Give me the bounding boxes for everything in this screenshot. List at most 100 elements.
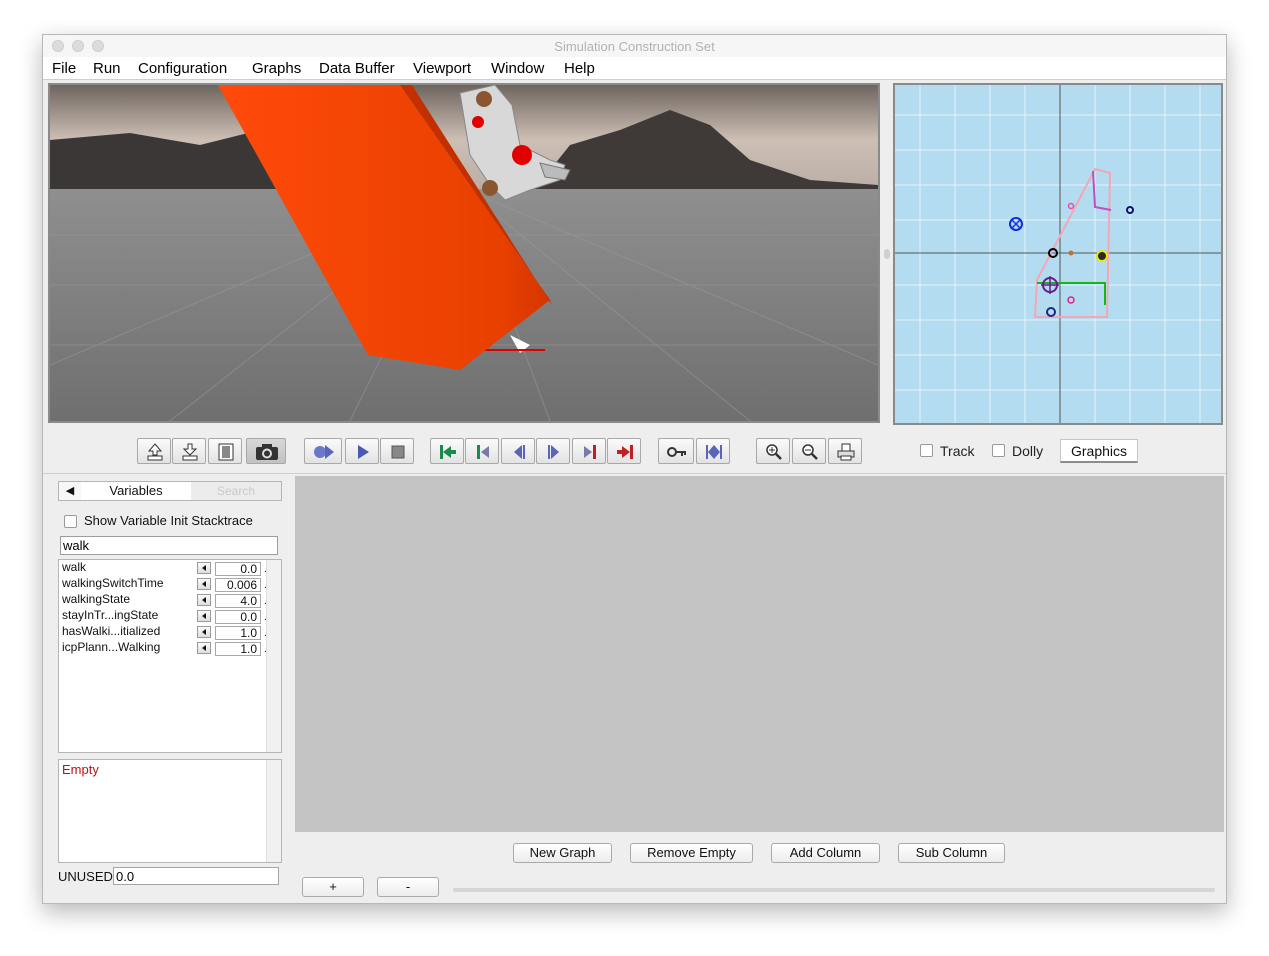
step-forward-button[interactable]	[536, 438, 570, 464]
goto-out-point-icon	[617, 445, 633, 459]
variable-row[interactable]: walk 0.0 .	[59, 560, 269, 576]
ankle-marker	[1046, 307, 1056, 317]
variable-name: walkingState	[62, 592, 131, 606]
unused-value-input[interactable]	[113, 867, 279, 885]
empty-label: Empty	[62, 762, 99, 777]
keypoint-button[interactable]	[658, 438, 694, 464]
3d-scene[interactable]	[50, 85, 878, 421]
decrement-arrow-icon[interactable]	[197, 610, 211, 622]
menu-file[interactable]: File	[52, 60, 76, 77]
remove-graph-row-button[interactable]: -	[377, 877, 439, 897]
variables-panel: ◀ Variables Search Show Variable Init St…	[56, 479, 284, 891]
variable-row[interactable]: hasWalki...itialized 1.0 .	[59, 624, 269, 640]
print-icon	[837, 443, 855, 461]
variable-value[interactable]: 1.0	[215, 642, 261, 656]
variable-name: icpPlann...Walking	[62, 640, 161, 654]
variable-name: stayInTr...ingState	[62, 608, 159, 622]
overhead-plotter[interactable]	[893, 83, 1223, 425]
menu-configuration[interactable]: Configuration	[138, 60, 227, 77]
sub-column-button[interactable]: Sub Column	[898, 843, 1005, 863]
camera-icon	[256, 444, 278, 460]
menu-help[interactable]: Help	[564, 60, 595, 77]
remove-empty-button[interactable]: Remove Empty	[630, 843, 753, 863]
stop-button[interactable]	[380, 438, 414, 464]
key-icon	[667, 447, 686, 457]
add-column-button[interactable]: Add Column	[771, 843, 880, 863]
entry-box-scrollbar[interactable]	[266, 760, 281, 862]
zoom-in-icon	[766, 444, 782, 460]
movie-button[interactable]	[208, 438, 242, 464]
import-button[interactable]	[172, 438, 206, 464]
entry-box-panel: Empty	[58, 759, 282, 863]
play-button[interactable]	[345, 438, 379, 464]
step-forward-icon	[548, 445, 559, 459]
print-button[interactable]	[828, 438, 862, 464]
variable-row[interactable]: walkingState 4.0 .	[59, 592, 269, 608]
goto-in-point-icon	[440, 445, 456, 459]
menu-run[interactable]: Run	[93, 60, 121, 77]
menu-bar: File Run Configuration Graphs Data Buffe…	[43, 57, 1226, 80]
variable-search-input[interactable]	[60, 536, 278, 555]
toggle-keypoints-icon	[706, 445, 722, 459]
tab-variables[interactable]: Variables	[81, 482, 191, 500]
3d-viewport[interactable]	[48, 83, 880, 423]
cop-marker	[1067, 202, 1075, 210]
unused-label: UNUSED	[58, 869, 113, 884]
show-stacktrace-checkbox[interactable]	[64, 515, 77, 528]
variable-row[interactable]: walkingSwitchTime 0.006 .	[59, 576, 269, 592]
set-out-point-button[interactable]	[572, 438, 606, 464]
capture-point-marker	[1096, 250, 1108, 262]
step-backward-icon	[514, 445, 525, 459]
graphics-tab[interactable]: Graphics	[1060, 439, 1138, 463]
menu-data-buffer[interactable]: Data Buffer	[319, 60, 395, 77]
snapshot-button[interactable]	[246, 438, 286, 464]
variable-list-scrollbar[interactable]	[266, 560, 281, 752]
split-pane-handle[interactable]	[884, 249, 890, 259]
variable-row[interactable]: icpPlann...Walking 1.0 .	[59, 640, 269, 656]
decrement-arrow-icon[interactable]	[197, 642, 211, 654]
variable-value[interactable]: 4.0	[215, 594, 261, 608]
decrement-arrow-icon[interactable]	[197, 578, 211, 590]
variable-value[interactable]: 1.0	[215, 626, 261, 640]
movie-icon	[218, 443, 234, 461]
menu-window[interactable]: Window	[491, 60, 544, 77]
track-checkbox[interactable]	[920, 444, 933, 457]
decrement-arrow-icon[interactable]	[197, 626, 211, 638]
variable-value[interactable]: 0.0	[215, 610, 261, 624]
zoom-in-button[interactable]	[756, 438, 790, 464]
title-bar: Simulation Construction Set	[43, 35, 1226, 58]
support-polygon	[1033, 167, 1112, 318]
dolly-label: Dolly	[1012, 443, 1044, 459]
collapse-arrow-icon[interactable]: ◀	[59, 482, 82, 500]
toolbar: Track Dolly Graphics	[43, 433, 1226, 473]
graph-area[interactable]	[295, 476, 1224, 832]
new-graph-button[interactable]: New Graph	[513, 843, 612, 863]
cmp-marker	[1067, 296, 1075, 304]
variable-row[interactable]: stayInTr...ingState 0.0 .	[59, 608, 269, 624]
decrement-arrow-icon[interactable]	[197, 562, 211, 574]
toggle-keypoints-button[interactable]	[696, 438, 730, 464]
dolly-checkbox[interactable]	[992, 444, 1005, 457]
zoom-out-button[interactable]	[792, 438, 826, 464]
tab-search[interactable]: Search	[191, 482, 281, 500]
data-buffer-slider[interactable]	[453, 888, 1215, 892]
goto-out-point-button[interactable]	[607, 438, 641, 464]
add-graph-row-button[interactable]: +	[302, 877, 364, 897]
menu-graphs[interactable]: Graphs	[252, 60, 301, 77]
variable-value[interactable]: 0.0	[215, 562, 261, 576]
desired-cmp-marker	[1068, 250, 1074, 256]
menu-viewport[interactable]: Viewport	[413, 60, 471, 77]
show-stacktrace-label: Show Variable Init Stacktrace	[84, 513, 253, 528]
decrement-arrow-icon[interactable]	[197, 594, 211, 606]
simulate-button[interactable]	[304, 438, 342, 464]
export-button[interactable]	[137, 438, 171, 464]
variable-list: walk 0.0 . walkingSwitchTime 0.006 . wal…	[58, 559, 282, 753]
toolbar-divider	[43, 473, 1226, 474]
import-icon	[182, 443, 198, 461]
set-in-point-icon	[477, 445, 489, 459]
overhead-plot	[895, 85, 1221, 423]
step-backward-button[interactable]	[501, 438, 535, 464]
goto-in-point-button[interactable]	[430, 438, 464, 464]
set-in-point-button[interactable]	[465, 438, 499, 464]
variable-value[interactable]: 0.006	[215, 578, 261, 592]
